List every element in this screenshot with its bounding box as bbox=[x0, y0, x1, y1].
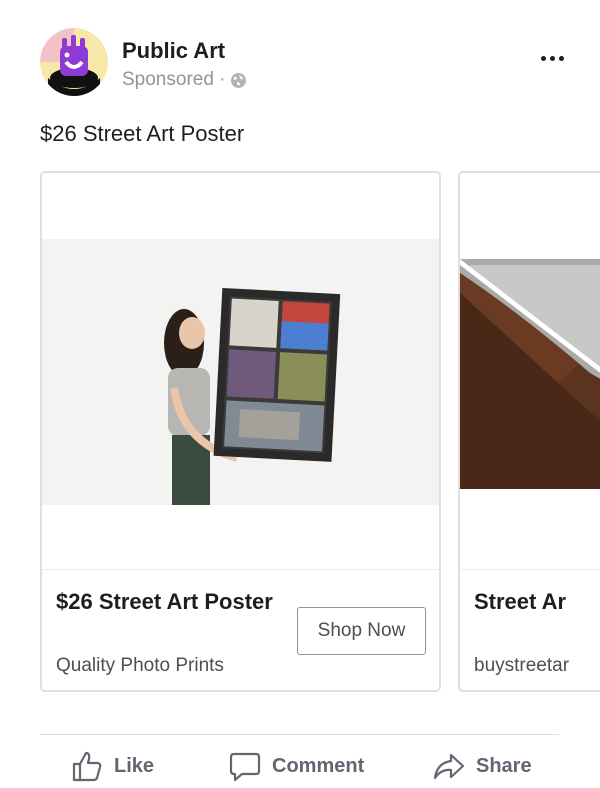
like-button[interactable]: Like bbox=[70, 745, 154, 787]
share-arrow-icon bbox=[433, 753, 465, 780]
card-image[interactable] bbox=[460, 173, 600, 570]
like-label: Like bbox=[114, 754, 155, 777]
page-avatar[interactable] bbox=[40, 28, 108, 96]
actions-divider bbox=[40, 734, 559, 735]
post-header: Public Art Sponsored · bbox=[40, 28, 570, 98]
carousel-card[interactable]: Street Ar buystreetar bbox=[458, 171, 600, 692]
carousel[interactable]: $26 Street Art Poster Quality Photo Prin… bbox=[40, 171, 600, 693]
globe-icon[interactable] bbox=[230, 72, 247, 89]
comment-label: Comment bbox=[272, 754, 365, 777]
card-image[interactable] bbox=[42, 173, 439, 570]
share-label: Share bbox=[476, 754, 532, 777]
shop-now-button[interactable]: Shop Now bbox=[297, 607, 426, 655]
thumbs-up-icon bbox=[72, 751, 102, 782]
card-title[interactable]: $26 Street Art Poster bbox=[56, 586, 276, 617]
comment-icon bbox=[229, 752, 261, 782]
more-options-icon bbox=[540, 55, 546, 61]
post-actions: Like Comment Share bbox=[40, 745, 559, 787]
public-art-logo bbox=[40, 28, 108, 96]
page-name[interactable]: Public Art bbox=[122, 38, 225, 64]
carousel-card[interactable]: $26 Street Art Poster Quality Photo Prin… bbox=[40, 171, 441, 692]
share-button[interactable]: Share bbox=[432, 745, 532, 787]
card-title[interactable]: Street Ar bbox=[474, 586, 600, 617]
card-description: buystreetar bbox=[474, 655, 570, 676]
sponsored-label: Sponsored · bbox=[122, 69, 226, 90]
card-description: Quality Photo Prints bbox=[56, 655, 224, 676]
comment-button[interactable]: Comment bbox=[228, 745, 364, 787]
post-text: $26 Street Art Poster bbox=[40, 121, 245, 146]
poster-photo bbox=[42, 239, 439, 505]
more-options-button[interactable] bbox=[534, 48, 570, 68]
sponsored-line: Sponsored · bbox=[122, 69, 247, 91]
poster-angle-photo bbox=[460, 259, 600, 489]
